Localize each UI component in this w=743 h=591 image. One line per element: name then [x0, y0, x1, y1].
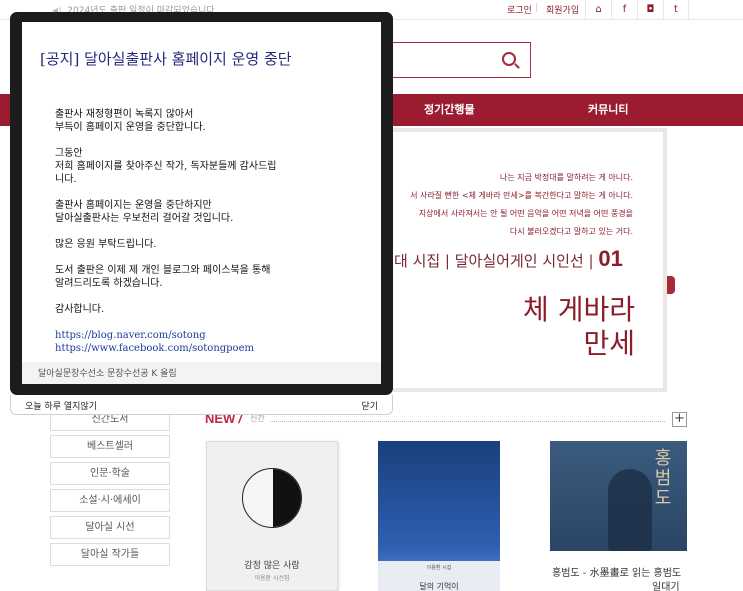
book-cover-figure: [608, 469, 652, 551]
series-label: 대 시집 | 달아실어게인 시인선 |: [394, 252, 594, 270]
banner-title-line2: 만세: [583, 327, 635, 360]
popup-line: 알려드리도록 하겠습니다.: [55, 278, 163, 289]
nav-item-community[interactable]: 커뮤니티: [588, 94, 628, 126]
hero-banner[interactable]: 나는 지금 박정대를 말하려는 게 아니다. 서 사라질 뻔한 <체 게바라 만…: [366, 128, 667, 392]
cover-half: [273, 469, 301, 527]
book-card[interactable]: 이용환 시집 달의 기억이: [378, 441, 500, 591]
sidebar-item-authors[interactable]: 달아실 작가들: [50, 543, 170, 566]
banner-series: 대 시집 | 달아실어게인 시인선 | 01: [394, 246, 623, 272]
book-cover-art: [242, 468, 302, 528]
twitter-icon[interactable]: t: [663, 0, 689, 19]
popup-line: 그동안: [55, 148, 83, 159]
book-title: 달의 기억이: [419, 582, 459, 591]
login-link[interactable]: 로그인: [507, 3, 532, 16]
book-caption-line2[interactable]: 일대기: [652, 578, 680, 591]
popup-signature: 달아실문장수선소 문장수선공 K 올림: [38, 369, 177, 379]
sidebar-item-fiction[interactable]: 소설·시·에세이: [50, 489, 170, 512]
book-title: 감정 많은 사람: [244, 561, 300, 571]
blog-link[interactable]: https://blog.naver.com/sotong: [55, 329, 375, 342]
popup-signature-bar: 달아실문장수선소 문장수선공 K 올림: [22, 362, 381, 384]
popup-paragraph: 많은 응원 부탁드립니다.: [55, 238, 375, 251]
close-button[interactable]: 닫기: [361, 399, 378, 412]
divider: [270, 421, 665, 422]
facebook-link[interactable]: https://www.facebook.com/sotongpoem: [55, 342, 375, 355]
nav-item-periodicals[interactable]: 정기간행물: [424, 94, 475, 126]
popup-line: 출판사 홈페이지는 운영을 중단하지만: [55, 200, 212, 211]
popup-line: 저희 홈페이지를 찾아주신 작가, 독자분들께 감사드립: [55, 161, 277, 172]
popup-title: [공지] 달아실출판사 홈페이지 운영 중단: [40, 50, 292, 68]
book-cover-title: 홍범도: [654, 448, 672, 509]
popup-line: 니다.: [55, 174, 77, 185]
popup-action-bar: 오늘 하루 열지않기 닫기: [10, 395, 393, 415]
search-icon[interactable]: [502, 52, 516, 66]
popup-paragraph: 도서 출판은 이제 제 개인 블로그와 페이스북을 통해 알려드리도록 하겠습니…: [55, 264, 375, 290]
book-card[interactable]: 홍범도: [550, 441, 687, 551]
popup-line: 부득이 홈페이지 운영을 중단합니다.: [55, 122, 206, 133]
popup-line: 감사합니다.: [55, 304, 105, 315]
banner-line: 서 사라질 뻔한 <체 게바라 만세>를 복간한다고 말하는 게 아니다.: [410, 191, 633, 200]
popup-paragraph: 감사합니다.: [55, 303, 375, 316]
more-button[interactable]: +: [672, 412, 687, 427]
sidebar-item-bestseller[interactable]: 베스트셀러: [50, 435, 170, 458]
banner-line: 나는 지금 박정대를 말하려는 게 아니다.: [499, 173, 633, 182]
book-author: 이용환 시선집: [254, 575, 290, 582]
popup-line: 도서 출판은 이제 제 개인 블로그와 페이스북을 통해: [55, 265, 271, 276]
series-number: 01: [598, 246, 623, 271]
instagram-icon[interactable]: ◘: [637, 0, 663, 19]
facebook-icon[interactable]: f: [611, 0, 637, 19]
util-divider: |: [535, 3, 539, 13]
banner-next-arrow[interactable]: [667, 276, 675, 294]
sidebar-item-poetry[interactable]: 달아실 시선: [50, 516, 170, 539]
join-link[interactable]: 회원가입: [546, 3, 579, 16]
sidebar-item-humanities[interactable]: 인문·학술: [50, 462, 170, 485]
popup-line: 많은 응원 부탁드립니다.: [55, 239, 157, 250]
book-label: 이용환 시집: [426, 565, 452, 571]
dont-show-today-button[interactable]: 오늘 하루 열지않기: [25, 399, 97, 412]
search-input[interactable]: [372, 42, 531, 78]
popup-paragraph: 출판사 홈페이지는 운영을 중단하지만 달아실출판사는 우보천리 걸어갈 것입니…: [55, 199, 375, 225]
popup-paragraph: 출판사 재정형편이 녹록지 않아서 부득이 홈페이지 운영을 중단합니다.: [55, 108, 375, 134]
popup-body: 출판사 재정형편이 녹록지 않아서 부득이 홈페이지 운영을 중단합니다. 그동…: [55, 108, 375, 355]
home-icon[interactable]: ⌂: [585, 0, 611, 19]
popup-line: 달아실출판사는 우보천리 걸어갈 것입니다.: [55, 213, 234, 224]
banner-line: 지상에서 사라져서는 안 될 어떤 음악을 어떤 저녁을 어떤 풍경을: [418, 209, 633, 218]
popup-line: 출판사 재정형편이 녹록지 않아서: [55, 109, 194, 120]
popup-paragraph: 그동안 저희 홈페이지를 찾아주신 작가, 독자분들께 감사드립 니다.: [55, 147, 375, 186]
book-card[interactable]: 감정 많은 사람 이용환 시선집: [206, 441, 338, 591]
popup-content: [공지] 달아실출판사 홈페이지 운영 중단 출판사 재정형편이 녹록지 않아서…: [22, 22, 381, 384]
notice-popup: [공지] 달아실출판사 홈페이지 운영 중단 출판사 재정형편이 녹록지 않아서…: [10, 12, 393, 395]
banner-line: 다시 불러오겠다고 말하고 있는 거다.: [509, 227, 633, 236]
book-caption[interactable]: 홍범도 - 水墨畫로 읽는 홍범도: [552, 564, 681, 579]
